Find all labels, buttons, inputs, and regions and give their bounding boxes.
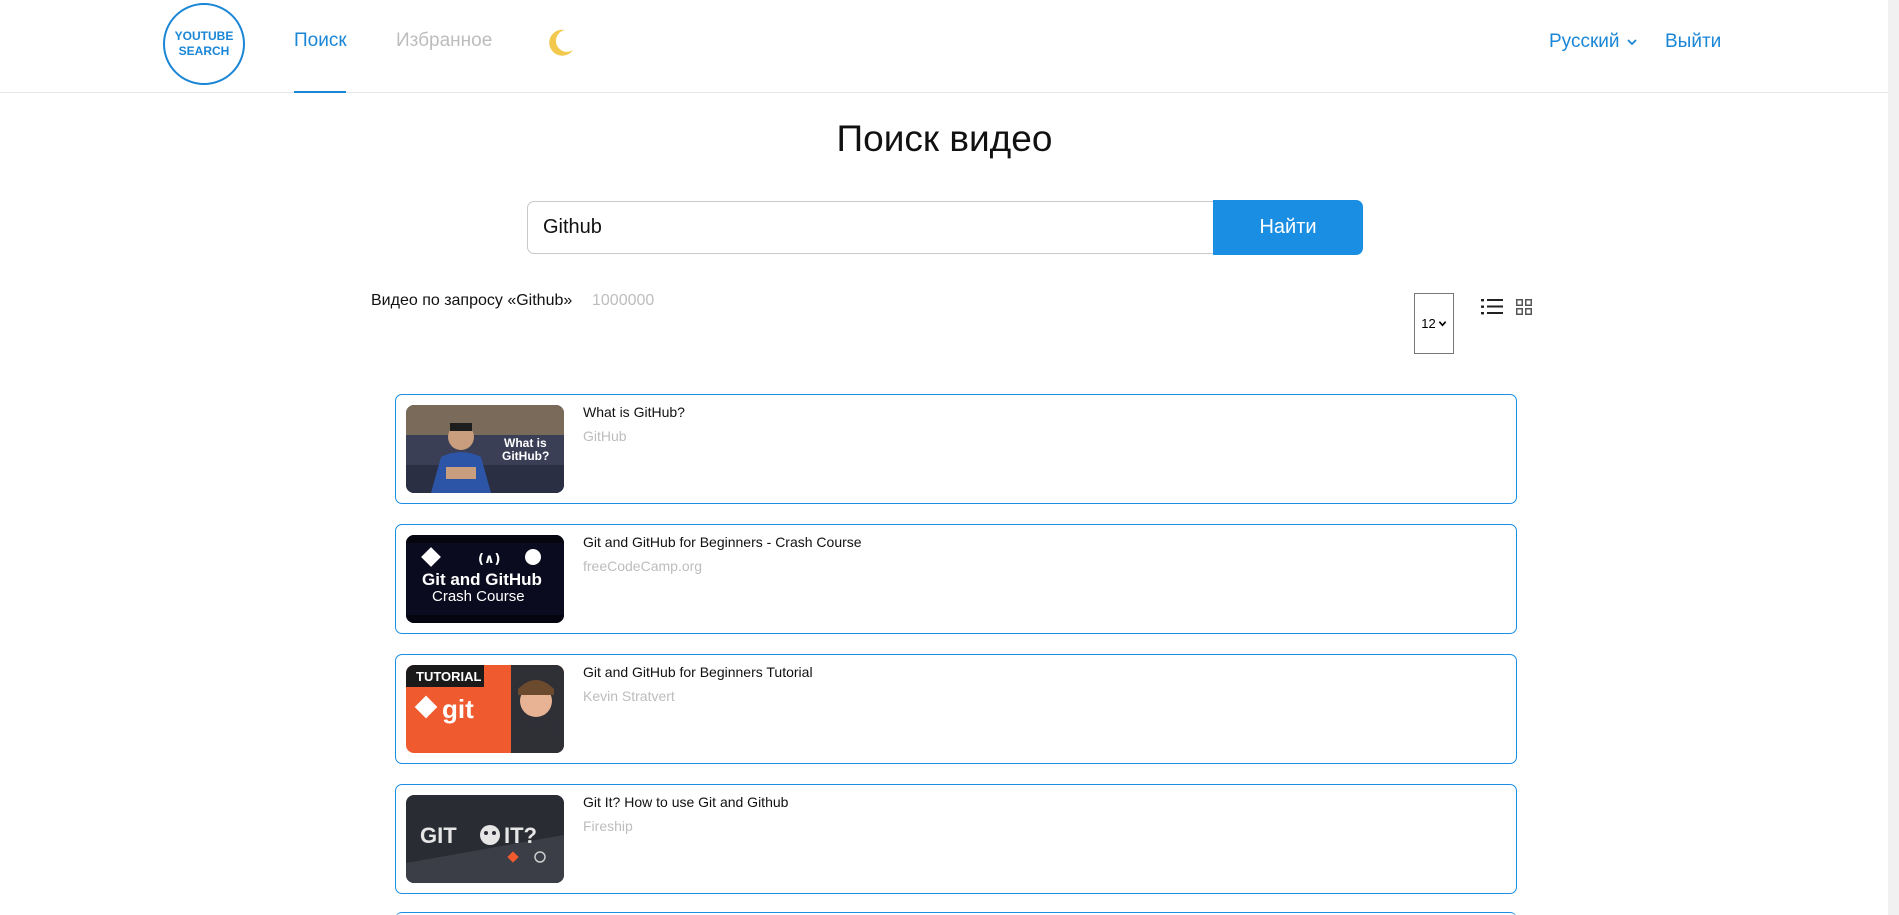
chevron-down-icon [1626, 39, 1637, 46]
video-channel[interactable]: freeCodeCamp.org [583, 558, 702, 574]
video-channel[interactable]: GitHub [583, 428, 627, 444]
video-title[interactable]: Git and GitHub for Beginners - Crash Cou… [583, 534, 862, 550]
thumb-text: IT? [504, 823, 537, 848]
video-title[interactable]: Git and GitHub for Beginners Tutorial [583, 664, 813, 680]
thumb-text: (∧) [478, 552, 500, 567]
logo-line-1: YOUTUBE [174, 29, 234, 43]
video-card[interactable]: GIT IT? Git It? How to use Git and Githu… [395, 784, 1517, 894]
video-thumbnail[interactable]: GIT IT? [406, 795, 564, 883]
page-title: Поиск видео [836, 118, 1053, 159]
thumb-text: GIT [420, 823, 457, 848]
nav-favorites-link[interactable]: Избранное [396, 30, 492, 52]
chevron-down-icon [1438, 321, 1446, 327]
video-title[interactable]: Git It? How to use Git and Github [583, 794, 788, 810]
logout-link[interactable]: Выйти [1665, 31, 1721, 53]
search-button[interactable]: Найти [1213, 200, 1363, 255]
results-query-label: Видео по запросу «Github» [371, 292, 573, 309]
moon-icon[interactable] [545, 26, 577, 58]
per-page-select[interactable]: 12 [1414, 293, 1454, 354]
thumb-text: GitHub? [502, 449, 549, 463]
grid-view-icon[interactable] [1516, 299, 1532, 315]
active-tab-indicator [294, 91, 346, 93]
thumb-text: TUTORIAL [416, 669, 482, 684]
video-thumbnail[interactable]: (∧) Git and GitHub Crash Course [406, 535, 564, 623]
video-channel[interactable]: Fireship [583, 818, 633, 834]
thumb-text: git [442, 694, 474, 724]
video-thumbnail[interactable]: What is GitHub? [406, 405, 564, 493]
video-card[interactable]: (∧) Git and GitHub Crash Course Git and … [395, 524, 1517, 634]
thumb-text: Crash Course [432, 588, 525, 605]
language-dropdown[interactable]: Русский [1549, 31, 1638, 53]
video-card[interactable]: What is GitHub? What is GitHub? GitHub [395, 394, 1517, 504]
video-title[interactable]: What is GitHub? [583, 404, 685, 420]
language-label: Русский [1549, 31, 1620, 52]
logo-line-2: SEARCH [178, 44, 230, 58]
list-view-icon[interactable] [1481, 297, 1503, 317]
video-channel[interactable]: Kevin Stratvert [583, 688, 675, 704]
results-count: 1000000 [592, 292, 655, 309]
logo[interactable]: YOUTUBE SEARCH [163, 3, 245, 85]
video-card[interactable]: TUTORIAL git Git and GitHub for Beginner… [395, 654, 1517, 764]
top-header: YOUTUBE SEARCH Поиск Избранное Русский В… [0, 0, 1899, 93]
search-input[interactable] [527, 201, 1215, 254]
thumb-text: What is [504, 436, 547, 450]
nav-search-link[interactable]: Поиск [294, 30, 347, 52]
scrollbar[interactable] [1888, 0, 1899, 915]
per-page-value: 12 [1421, 316, 1436, 331]
thumb-text: Git and GitHub [422, 570, 542, 589]
video-thumbnail[interactable]: TUTORIAL git [406, 665, 564, 753]
